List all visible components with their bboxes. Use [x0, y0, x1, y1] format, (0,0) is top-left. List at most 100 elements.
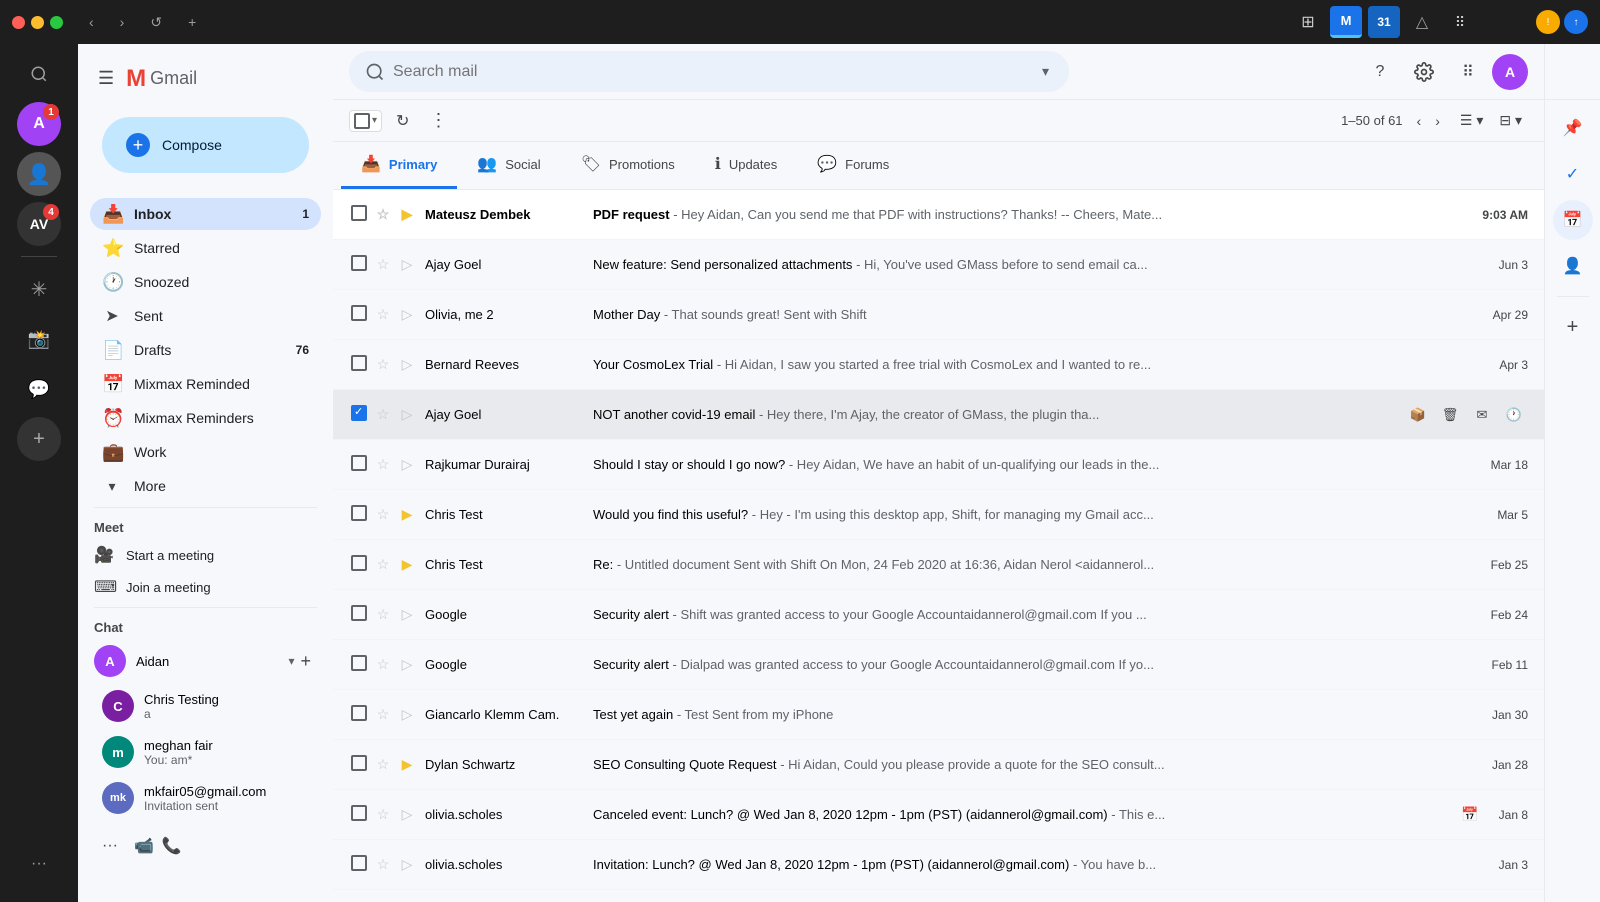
star-5[interactable]: ☆: [373, 456, 393, 473]
checkbox-2[interactable]: [349, 305, 369, 324]
nav-forward-button[interactable]: ›: [112, 10, 133, 34]
nav-item-mixmax-reminded[interactable]: 📅 Mixmax Reminded: [90, 368, 321, 400]
star-1[interactable]: ☆: [373, 256, 393, 273]
compose-button[interactable]: + Compose: [102, 117, 309, 173]
add-side-panel-button[interactable]: +: [1553, 307, 1593, 347]
chat-user-meghan[interactable]: m meghan fair You: am*: [86, 730, 325, 774]
star-2[interactable]: ☆: [373, 306, 393, 323]
help-button[interactable]: ?: [1360, 52, 1400, 92]
email-row-4[interactable]: ☆ ▷ Ajay Goel NOT another covid-19 email…: [333, 390, 1544, 440]
chat-user-mkfair[interactable]: mk mkfair05@gmail.com Invitation sent: [86, 776, 325, 820]
checkbox-11[interactable]: [349, 755, 369, 774]
contacts-side-icon[interactable]: 👤: [1553, 246, 1593, 286]
slack-icon[interactable]: ✳: [17, 267, 61, 311]
refresh-button[interactable]: ↻: [390, 105, 415, 137]
star-4[interactable]: ☆: [373, 406, 393, 423]
close-button[interactable]: [12, 16, 25, 29]
minimize-button[interactable]: [31, 16, 44, 29]
checkbox-0[interactable]: [349, 205, 369, 224]
email-row-9[interactable]: ☆ ▷ Google Security alert - Dialpad was …: [333, 640, 1544, 690]
star-0[interactable]: ☆: [373, 206, 393, 223]
tab-social[interactable]: 👥 Social: [457, 142, 560, 189]
checkbox-3[interactable]: [349, 355, 369, 374]
nav-back-button[interactable]: ‹: [81, 10, 102, 34]
calendar-side-icon[interactable]: 📅: [1553, 200, 1593, 240]
user-avatar[interactable]: A: [1492, 54, 1528, 90]
maximize-button[interactable]: [50, 16, 63, 29]
star-7[interactable]: ☆: [373, 556, 393, 573]
search-options-button[interactable]: ▾: [1038, 59, 1053, 84]
reading-pane-button[interactable]: ⊟ ▾: [1493, 106, 1528, 135]
hamburger-menu-button[interactable]: ☰: [90, 60, 122, 97]
checkbox-6[interactable]: [349, 505, 369, 524]
tab-promotions[interactable]: 🏷 Promotions: [561, 142, 695, 189]
star-10[interactable]: ☆: [373, 706, 393, 723]
keep-icon[interactable]: 📌: [1553, 108, 1593, 148]
tab-primary[interactable]: 📥 Primary: [341, 142, 457, 189]
email-row-3[interactable]: ☆ ▷ Bernard Reeves Your CosmoLex Trial -…: [333, 340, 1544, 390]
drive-tab-icon[interactable]: △: [1406, 6, 1438, 38]
tab-forums[interactable]: 💬 Forums: [797, 142, 909, 189]
star-8[interactable]: ☆: [373, 606, 393, 623]
email-row-5[interactable]: ☆ ▷ Rajkumar Durairaj Should I stay or s…: [333, 440, 1544, 490]
search-sidebar-button[interactable]: [17, 52, 61, 96]
apps-button[interactable]: ⠿: [1448, 52, 1488, 92]
checkbox-5[interactable]: [349, 455, 369, 474]
video-call-icon[interactable]: 📹: [134, 836, 154, 856]
sync-icon[interactable]: ↑: [1564, 10, 1588, 34]
mark-read-btn-4[interactable]: ✉: [1468, 401, 1496, 429]
avatar-2[interactable]: 👤: [17, 152, 61, 196]
prev-page-button[interactable]: ‹: [1411, 107, 1428, 135]
email-row-12[interactable]: ☆ ▷ olivia.scholes Canceled event: Lunch…: [333, 790, 1544, 840]
star-6[interactable]: ☆: [373, 506, 393, 523]
archive-btn-4[interactable]: 📦: [1404, 401, 1432, 429]
email-row-2[interactable]: ☆ ▷ Olivia, me 2 Mother Day - That sound…: [333, 290, 1544, 340]
checkbox-12[interactable]: [349, 805, 369, 824]
checkbox-9[interactable]: [349, 655, 369, 674]
checkbox-13[interactable]: [349, 855, 369, 874]
next-page-button[interactable]: ›: [1429, 107, 1446, 135]
select-all-checkbox-area[interactable]: ▾: [349, 110, 382, 132]
nav-item-join-meeting[interactable]: ⌨ Join a meeting: [78, 571, 333, 603]
nav-item-mixmax-reminders[interactable]: ⏰ Mixmax Reminders: [90, 402, 321, 434]
star-13[interactable]: ☆: [373, 856, 393, 873]
email-row-7[interactable]: ☆ ▶ Chris Test Re: - Untitled document S…: [333, 540, 1544, 590]
email-row-8[interactable]: ☆ ▷ Google Security alert - Shift was gr…: [333, 590, 1544, 640]
email-row-11[interactable]: ☆ ▶ Dylan Schwartz SEO Consulting Quote …: [333, 740, 1544, 790]
calendar-tab-icon[interactable]: 31: [1368, 6, 1400, 38]
star-9[interactable]: ☆: [373, 656, 393, 673]
nav-item-inbox[interactable]: 📥 Inbox 1: [90, 198, 321, 230]
email-row-1[interactable]: ☆ ▷ Ajay Goel New feature: Send personal…: [333, 240, 1544, 290]
more-chat-button[interactable]: ···: [94, 833, 126, 859]
star-12[interactable]: ☆: [373, 806, 393, 823]
star-11[interactable]: ☆: [373, 756, 393, 773]
add-account-button[interactable]: +: [17, 417, 61, 461]
select-dropdown-arrow[interactable]: ▾: [372, 115, 377, 126]
new-chat-button[interactable]: +: [294, 649, 317, 674]
email-row-6[interactable]: ☆ ▶ Chris Test Would you find this usefu…: [333, 490, 1544, 540]
settings-button[interactable]: [1404, 52, 1444, 92]
more-toolbar-button[interactable]: ⋮: [423, 104, 453, 137]
nav-item-drafts[interactable]: 📄 Drafts 76: [90, 334, 321, 366]
list-view-button[interactable]: ☰ ▾: [1454, 106, 1489, 135]
chat-user-chris-testing[interactable]: C Chris Testing a: [86, 684, 325, 728]
star-3[interactable]: ☆: [373, 356, 393, 373]
checkbox-1[interactable]: [349, 255, 369, 274]
nav-item-more[interactable]: ▾ More: [90, 470, 321, 502]
nav-item-sent[interactable]: ➤ Sent: [90, 300, 321, 332]
layers-icon[interactable]: ⊞: [1292, 6, 1324, 38]
messenger-icon[interactable]: 💬: [17, 367, 61, 411]
gmail-tab-icon[interactable]: M: [1330, 6, 1362, 38]
nav-new-tab-button[interactable]: +: [180, 10, 204, 34]
delete-btn-4[interactable]: 🗑: [1436, 401, 1464, 429]
more-options-icon[interactable]: ···: [17, 842, 61, 886]
checkbox-8[interactable]: [349, 605, 369, 624]
nav-item-starred[interactable]: ⭐ Starred: [90, 232, 321, 264]
nav-item-snoozed[interactable]: 🕐 Snoozed: [90, 266, 321, 298]
instagram-icon[interactable]: 📸: [17, 317, 61, 361]
email-row-13[interactable]: ☆ ▷ olivia.scholes Invitation: Lunch? @ …: [333, 840, 1544, 890]
email-row-10[interactable]: ☆ ▷ Giancarlo Klemm Cam. Test yet again …: [333, 690, 1544, 740]
tab-updates[interactable]: ℹ Updates: [695, 142, 798, 189]
tasks-icon[interactable]: ✓: [1553, 154, 1593, 194]
notification-icon[interactable]: !: [1536, 10, 1560, 34]
